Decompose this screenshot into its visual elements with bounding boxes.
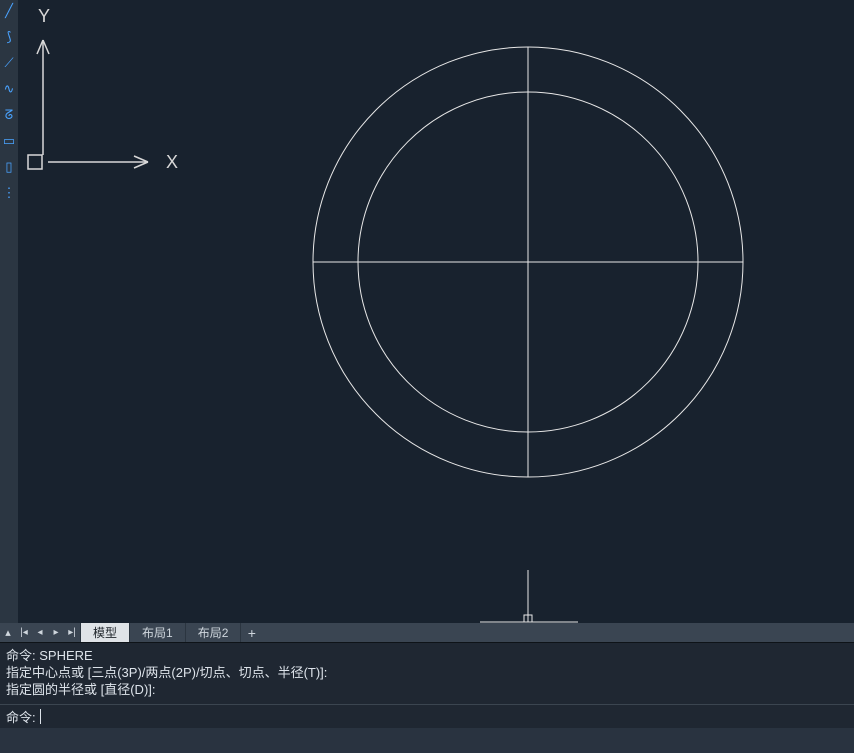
tab-bar: ▴ |◂ ◂ ▸ ▸| 模型 布局1 布局2 +: [0, 623, 854, 642]
command-prompt: 命令:: [6, 707, 36, 726]
tool-rect-icon[interactable]: ▭: [2, 132, 16, 150]
drawing-canvas[interactable]: Y X: [18, 0, 854, 623]
tab-add-button[interactable]: +: [240, 623, 262, 642]
tab-layout2[interactable]: 布局2: [185, 623, 241, 642]
canvas-svg: [18, 0, 854, 623]
tab-nav-next-icon[interactable]: ▸: [48, 623, 64, 642]
tool-arc-icon[interactable]: ⟆: [2, 28, 16, 46]
tab-collapse-button[interactable]: ▴: [0, 623, 16, 642]
tab-model-label: 模型: [93, 624, 117, 641]
cmd-hist-line1-prefix: 命令:: [6, 648, 36, 663]
command-input[interactable]: [43, 707, 854, 727]
tool-misc-icon[interactable]: ⋮: [2, 184, 16, 202]
status-bar: [0, 728, 854, 753]
tool-curve-icon[interactable]: ᘔ: [2, 106, 16, 124]
command-caret: [40, 709, 41, 724]
tool-rect2-icon[interactable]: ▯: [2, 158, 16, 176]
left-toolbar: ╱ ⟆ ⟋ ∿ ᘔ ▭ ▯ ⋮: [0, 0, 18, 623]
tab-layout2-label: 布局2: [198, 624, 229, 641]
cmd-hist-line3: 指定圆的半径或 [直径(D)]:: [6, 682, 156, 697]
command-line: 命令:: [0, 704, 854, 728]
tab-model[interactable]: 模型: [80, 623, 129, 642]
cmd-hist-line1-cmd: SPHERE: [39, 648, 92, 663]
tool-spline-icon[interactable]: ∿: [2, 80, 16, 98]
command-history: 命令: SPHERE 指定中心点或 [三点(3P)/两点(2P)/切点、切点、半…: [0, 642, 854, 704]
tool-line-icon[interactable]: ╱: [2, 2, 16, 20]
tab-layout1[interactable]: 布局1: [129, 623, 185, 642]
tab-nav-first-icon[interactable]: |◂: [16, 623, 32, 642]
tab-nav-last-icon[interactable]: ▸|: [64, 623, 80, 642]
tab-nav-prev-icon[interactable]: ◂: [32, 623, 48, 642]
cmd-hist-line2: 指定中心点或 [三点(3P)/两点(2P)/切点、切点、半径(T)]:: [6, 665, 327, 680]
ground-marker: [480, 570, 578, 622]
tool-polyline-icon[interactable]: ⟋: [2, 54, 16, 72]
tab-layout1-label: 布局1: [142, 624, 173, 641]
